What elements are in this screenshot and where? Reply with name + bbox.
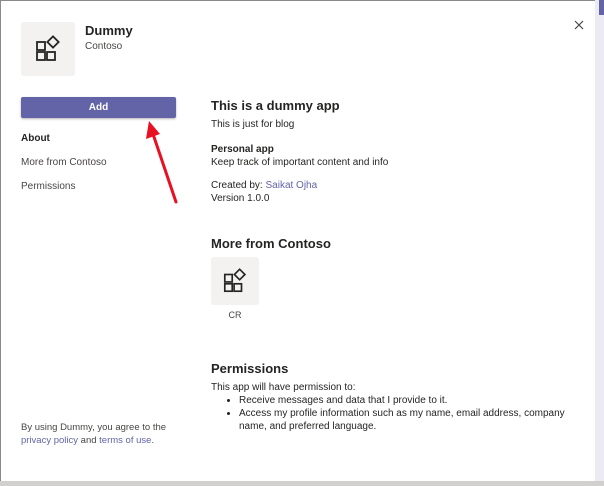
created-by-link[interactable]: Saikat Ojha [265, 180, 317, 191]
permissions-list: Receive messages and data that I provide… [211, 394, 581, 433]
background-window-edge [595, 0, 604, 486]
privacy-policy-link[interactable]: privacy policy [21, 435, 78, 446]
more-app-label-cr: CR [228, 310, 242, 320]
terms-notice: By using Dummy, you agree to the privacy… [21, 421, 186, 447]
terms-period: . [151, 435, 155, 446]
nav-item-about[interactable]: About [21, 133, 107, 157]
app-publisher: Contoso [85, 41, 123, 52]
permissions-section: Permissions This app will have permissio… [211, 360, 581, 433]
terms-prefix: By using Dummy, you agree to the [21, 422, 167, 433]
nav-item-more-from-contoso[interactable]: More from Contoso [21, 157, 107, 181]
apps-icon [223, 268, 247, 293]
about-title: This is a dummy app [211, 98, 340, 113]
capability-description: Keep track of important content and info [211, 157, 389, 168]
about-description: This is just for blog [211, 119, 295, 130]
nav-item-permissions[interactable]: Permissions [21, 181, 107, 205]
about-section: This is a dummy app This is just for blo… [211, 97, 581, 205]
apps-icon [36, 35, 60, 61]
capability-title: Personal app [211, 144, 274, 155]
more-title: More from Contoso [211, 236, 331, 251]
permission-item: Receive messages and data that I provide… [239, 394, 581, 407]
app-version: Version 1.0.0 [211, 193, 270, 204]
background-window-bottom [0, 481, 604, 486]
app-icon-tile [21, 22, 75, 76]
close-button[interactable] [572, 18, 586, 32]
terms-of-use-link[interactable]: terms of use [99, 435, 151, 446]
permissions-intro: This app will have permission to: [211, 382, 356, 393]
terms-and: and [80, 435, 97, 446]
add-button[interactable]: Add [21, 97, 176, 118]
permission-item: Access my profile information such as my… [239, 407, 581, 433]
close-icon [574, 20, 584, 30]
more-app-tile-cr[interactable] [211, 257, 259, 305]
background-accent [599, 0, 604, 15]
side-nav: About More from Contoso Permissions [21, 133, 107, 205]
permissions-title: Permissions [211, 361, 289, 376]
created-by-label: Created by: [211, 180, 263, 191]
app-details-dialog: Dummy Contoso Add About More from Contos… [0, 0, 604, 486]
app-name: Dummy [85, 23, 133, 38]
created-by: Created by: Saikat Ojha [211, 179, 581, 192]
